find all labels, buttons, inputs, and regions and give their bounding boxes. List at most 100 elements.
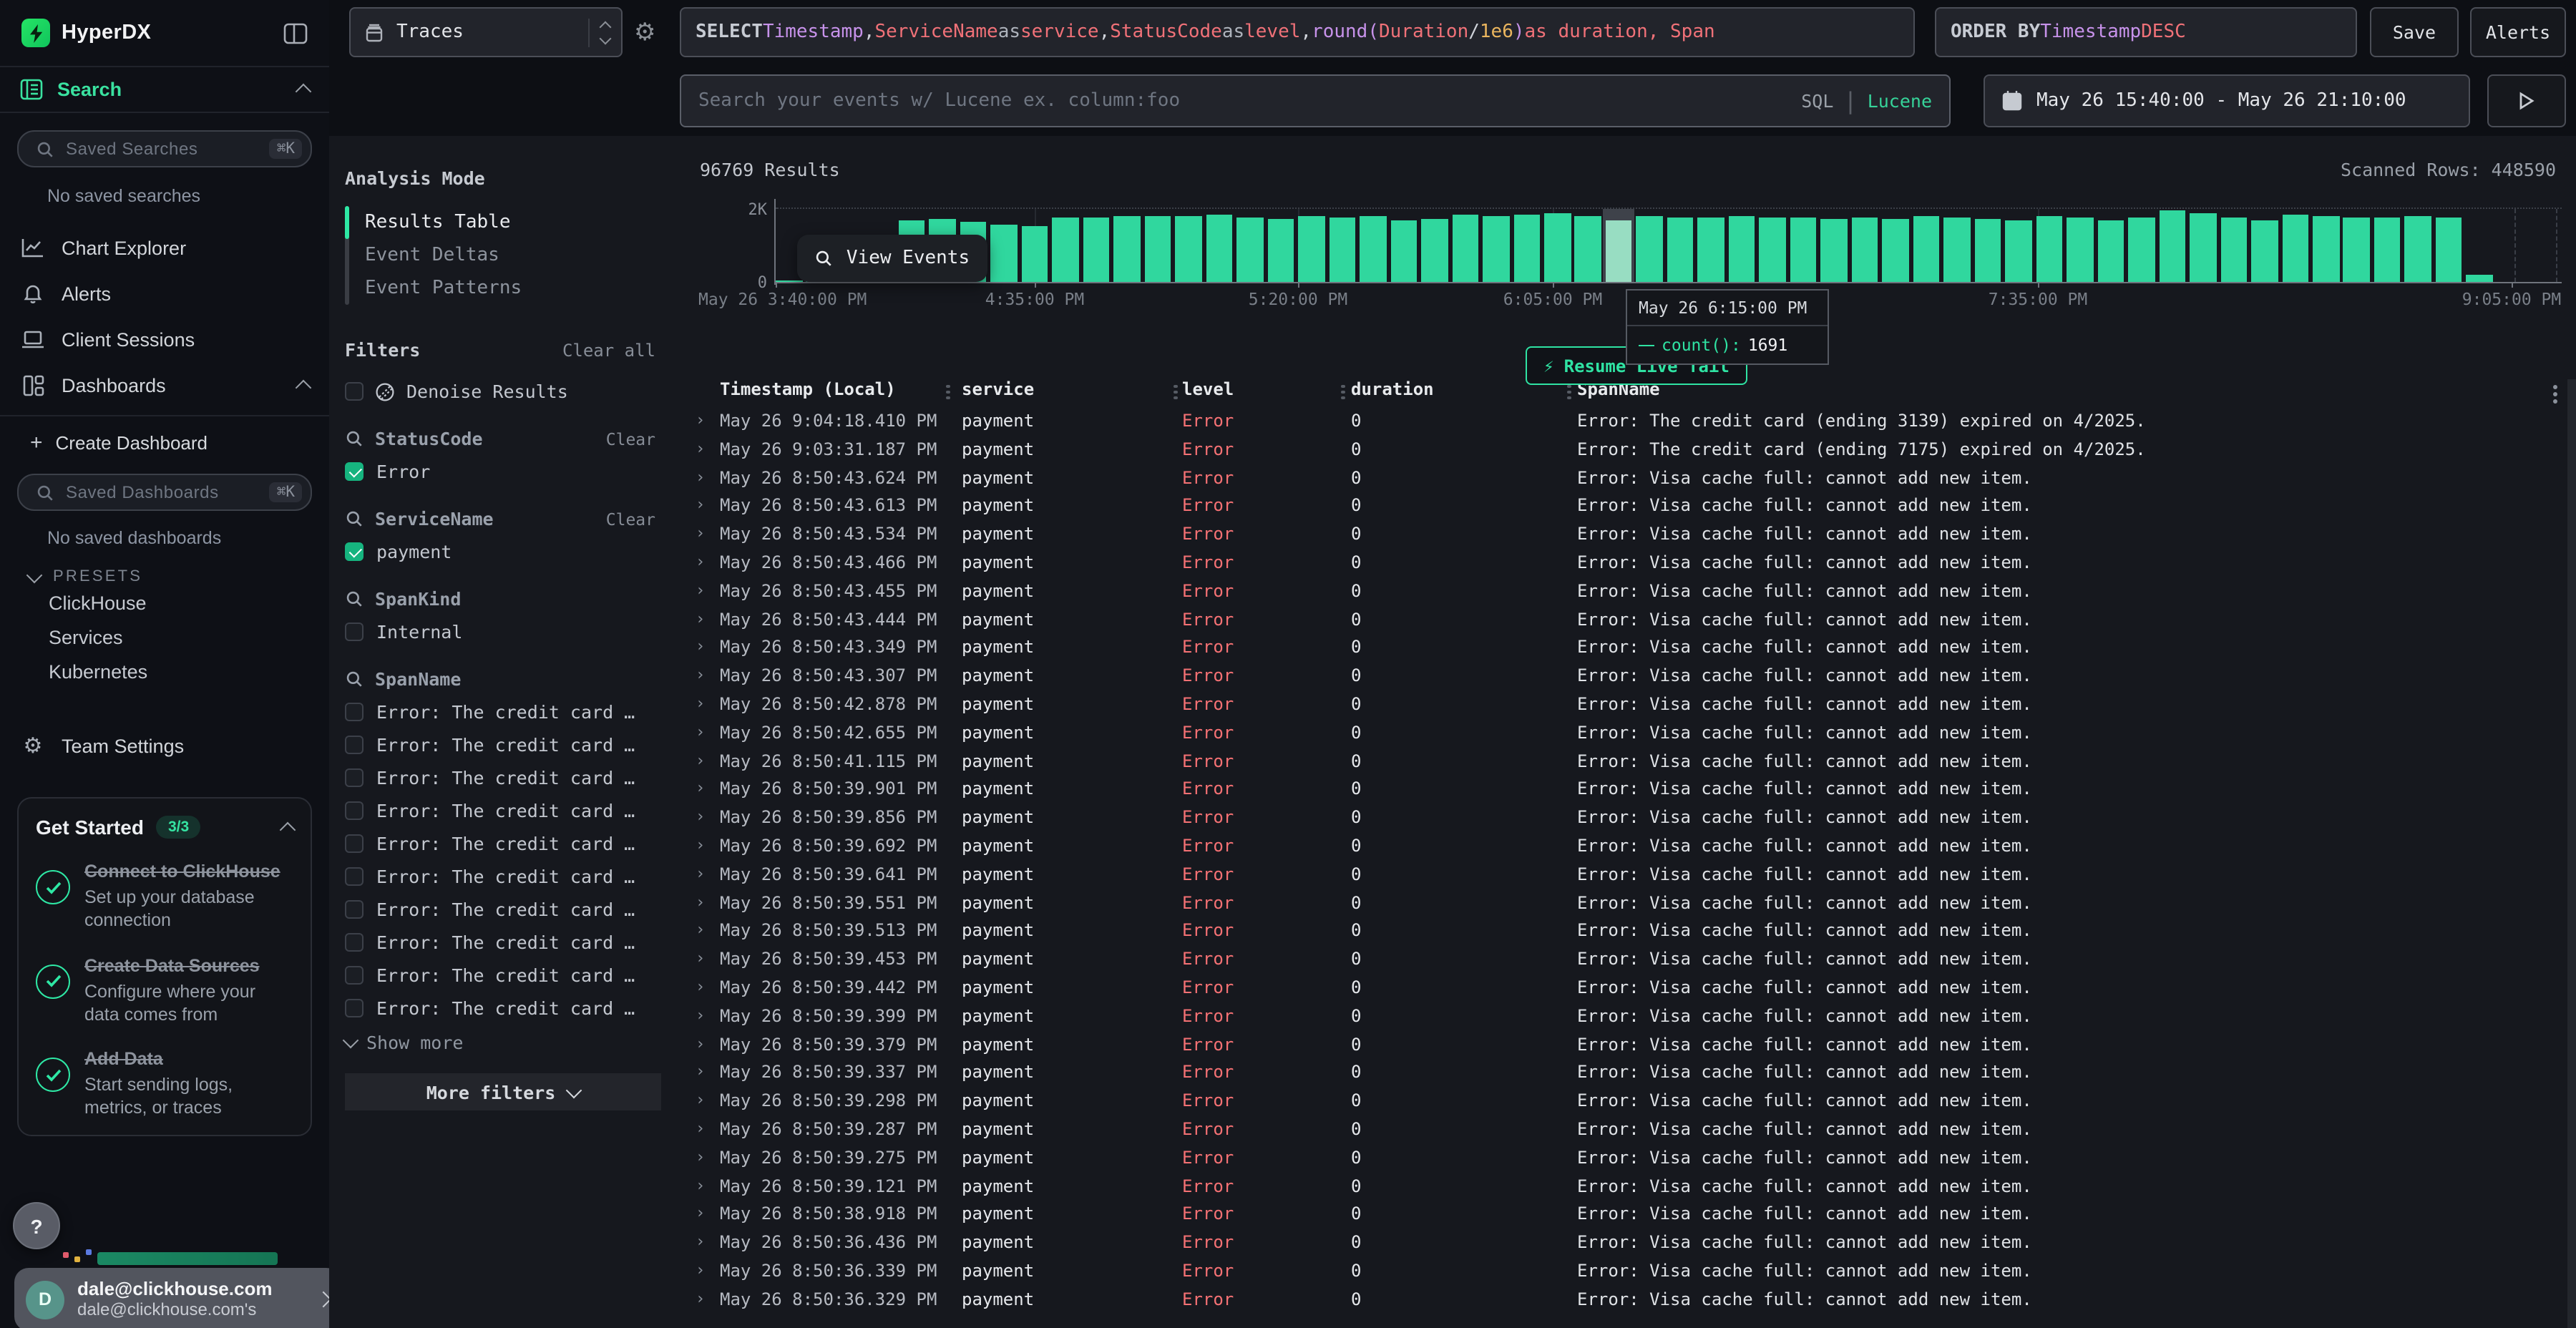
histogram-bar[interactable] <box>2128 218 2155 282</box>
table-scrollbar[interactable] <box>2567 379 2576 1328</box>
row-expand-icon[interactable]: › <box>696 1063 705 1081</box>
table-row[interactable]: ›May 26 8:50:43.349 PMpaymentError0Error… <box>670 635 2567 663</box>
create-dashboard-button[interactable]: + Create Dashboard <box>0 416 329 468</box>
table-row[interactable]: ›May 26 8:50:42.655 PMpaymentError0Error… <box>670 720 2567 748</box>
row-expand-icon[interactable]: › <box>696 779 705 798</box>
facet-clear-button[interactable]: Clear <box>606 509 655 529</box>
row-expand-icon[interactable]: › <box>696 638 705 656</box>
get-started-step[interactable]: Add Data Start sending logs, metrics, or… <box>36 1046 293 1120</box>
row-expand-icon[interactable]: › <box>696 1090 705 1109</box>
row-expand-icon[interactable]: › <box>696 1261 705 1279</box>
histogram-bar[interactable] <box>1206 215 1232 282</box>
facet-option[interactable]: Error: The credit card … <box>345 701 655 723</box>
table-row[interactable]: ›May 26 8:50:39.442 PMpaymentError0Error… <box>670 975 2567 1003</box>
order-by-input[interactable]: ORDER BY Timestamp DESC <box>1935 7 2357 57</box>
table-row[interactable]: ›May 26 8:50:43.613 PMpaymentError0Error… <box>670 493 2567 522</box>
histogram-bar[interactable] <box>1667 218 1694 282</box>
sql-select-input[interactable]: SELECT Timestamp, ServiceName as service… <box>680 7 1915 57</box>
histogram-bar[interactable] <box>2251 220 2278 282</box>
histogram-bar[interactable] <box>1360 216 1386 282</box>
table-row[interactable]: ›May 26 8:50:39.399 PMpaymentError0Error… <box>670 1003 2567 1032</box>
row-expand-icon[interactable]: › <box>696 977 705 996</box>
table-row[interactable]: ›May 26 8:50:39.121 PMpaymentError0Error… <box>670 1173 2567 1201</box>
histogram-bar[interactable] <box>1053 218 1079 282</box>
user-menu[interactable]: D dale@clickhouse.com dale@clickhouse.co… <box>14 1268 341 1328</box>
table-row[interactable]: ›May 26 9:03:31.187 PMpaymentError0Error… <box>670 436 2567 465</box>
table-row[interactable]: ›May 26 8:50:39.379 PMpaymentError0Error… <box>670 1031 2567 1060</box>
table-row[interactable]: ›May 26 8:50:38.918 PMpaymentError0Error… <box>670 1201 2567 1230</box>
facet-checkbox[interactable] <box>345 966 364 985</box>
row-expand-icon[interactable]: › <box>696 411 705 429</box>
run-query-button[interactable] <box>2487 74 2566 127</box>
sidebar-item-services[interactable]: Services <box>0 620 329 654</box>
facet-checkbox[interactable] <box>345 834 364 853</box>
histogram-bar[interactable] <box>1729 215 1755 282</box>
table-row[interactable]: ›May 26 8:50:36.436 PMpaymentError0Error… <box>670 1229 2567 1258</box>
row-expand-icon[interactable]: › <box>696 467 705 486</box>
help-button[interactable]: ? <box>13 1202 60 1249</box>
row-expand-icon[interactable]: › <box>696 609 705 628</box>
col-duration[interactable]: duration <box>1351 379 1434 399</box>
facet-checkbox[interactable] <box>345 542 364 561</box>
row-expand-icon[interactable]: › <box>696 807 705 826</box>
row-expand-icon[interactable]: › <box>696 921 705 939</box>
row-expand-icon[interactable]: › <box>696 1148 705 1166</box>
histogram-bar[interactable] <box>1883 218 1909 282</box>
table-row[interactable]: ›May 26 8:50:39.901 PMpaymentError0Error… <box>670 776 2567 805</box>
facet-option[interactable]: Error: The credit card … <box>345 833 655 854</box>
table-row[interactable]: ›May 26 8:50:43.455 PMpaymentError0Error… <box>670 578 2567 607</box>
histogram-bar[interactable] <box>1329 217 1355 282</box>
histogram-bar[interactable] <box>1452 215 1478 282</box>
saved-searches-input[interactable]: Saved Searches ⌘K <box>17 130 312 167</box>
facet-clear-button[interactable]: Clear <box>606 429 655 449</box>
row-expand-icon[interactable]: › <box>696 581 705 600</box>
table-row[interactable]: ›May 26 8:50:39.856 PMpaymentError0Error… <box>670 804 2567 833</box>
language-toggle-sql[interactable]: SQL <box>1801 90 1833 112</box>
date-range-picker[interactable]: May 26 15:40:00 - May 26 21:10:00 <box>1984 74 2470 127</box>
sidebar-item-client-sessions[interactable]: Client Sessions <box>0 316 329 362</box>
table-row[interactable]: ›May 26 8:50:39.298 PMpaymentError0Error… <box>670 1088 2567 1116</box>
histogram-bar[interactable] <box>2436 218 2462 282</box>
histogram-bar[interactable] <box>2343 218 2370 282</box>
histogram-bar[interactable] <box>2220 217 2247 282</box>
facet-option[interactable]: Error: The credit card … <box>345 800 655 821</box>
table-row[interactable]: ›May 26 8:50:39.453 PMpaymentError0Error… <box>670 946 2567 975</box>
histogram-bar[interactable] <box>2067 218 2093 282</box>
histogram-bar[interactable] <box>1698 217 1724 282</box>
facet-option[interactable]: Error: The credit card … <box>345 997 655 1019</box>
histogram-bar[interactable] <box>1236 218 1263 282</box>
row-expand-icon[interactable]: › <box>696 1006 705 1025</box>
facet-option[interactable]: Error: The credit card … <box>345 932 655 953</box>
table-row[interactable]: ›May 26 8:50:43.466 PMpaymentError0Error… <box>670 550 2567 578</box>
table-row[interactable]: ›May 26 9:04:18.410 PMpaymentError0Error… <box>670 408 2567 436</box>
presets-toggle[interactable]: PRESETS <box>29 568 329 585</box>
facet-option[interactable]: Error: The credit card … <box>345 866 655 887</box>
histogram-bar[interactable] <box>1974 219 2001 282</box>
facet-option[interactable]: Error: The credit card … <box>345 767 655 788</box>
histogram-bar[interactable] <box>1636 216 1663 282</box>
histogram-bar[interactable] <box>1606 220 1632 282</box>
table-row[interactable]: ›May 26 8:50:43.534 PMpaymentError0Error… <box>670 521 2567 550</box>
source-settings-gear-icon[interactable]: ⚙ <box>634 19 656 47</box>
facet-option[interactable]: Error: The credit card … <box>345 734 655 756</box>
sidebar-item-chart-explorer[interactable]: Chart Explorer <box>0 225 329 270</box>
analysis-mode-event-patterns[interactable]: Event Patterns <box>365 272 670 305</box>
sidebar-item-team-settings[interactable]: ⚙ Team Settings <box>0 723 329 768</box>
col-service[interactable]: service <box>962 379 1034 399</box>
row-expand-icon[interactable]: › <box>696 1119 705 1138</box>
row-expand-icon[interactable]: › <box>696 524 705 542</box>
histogram-bar[interactable] <box>991 225 1018 282</box>
histogram-bar[interactable] <box>1821 219 1848 282</box>
sidebar-item-kubernetes[interactable]: Kubernetes <box>0 654 329 688</box>
analysis-mode-event-deltas[interactable]: Event Deltas <box>365 239 670 272</box>
analysis-mode-results-table[interactable]: Results Table <box>365 206 670 239</box>
row-expand-icon[interactable]: › <box>696 665 705 684</box>
facet-option[interactable]: Error: The credit card … <box>345 965 655 986</box>
event-search-input[interactable]: Search your events w/ Lucene ex. column:… <box>680 74 1951 127</box>
histogram-bar[interactable] <box>1943 217 1970 282</box>
histogram-bar[interactable] <box>1913 216 1940 282</box>
histogram-bar[interactable] <box>1575 216 1601 282</box>
histogram-bar[interactable] <box>2036 215 2062 282</box>
denoise-checkbox[interactable] <box>345 382 364 401</box>
histogram-bar[interactable] <box>1852 218 1878 282</box>
